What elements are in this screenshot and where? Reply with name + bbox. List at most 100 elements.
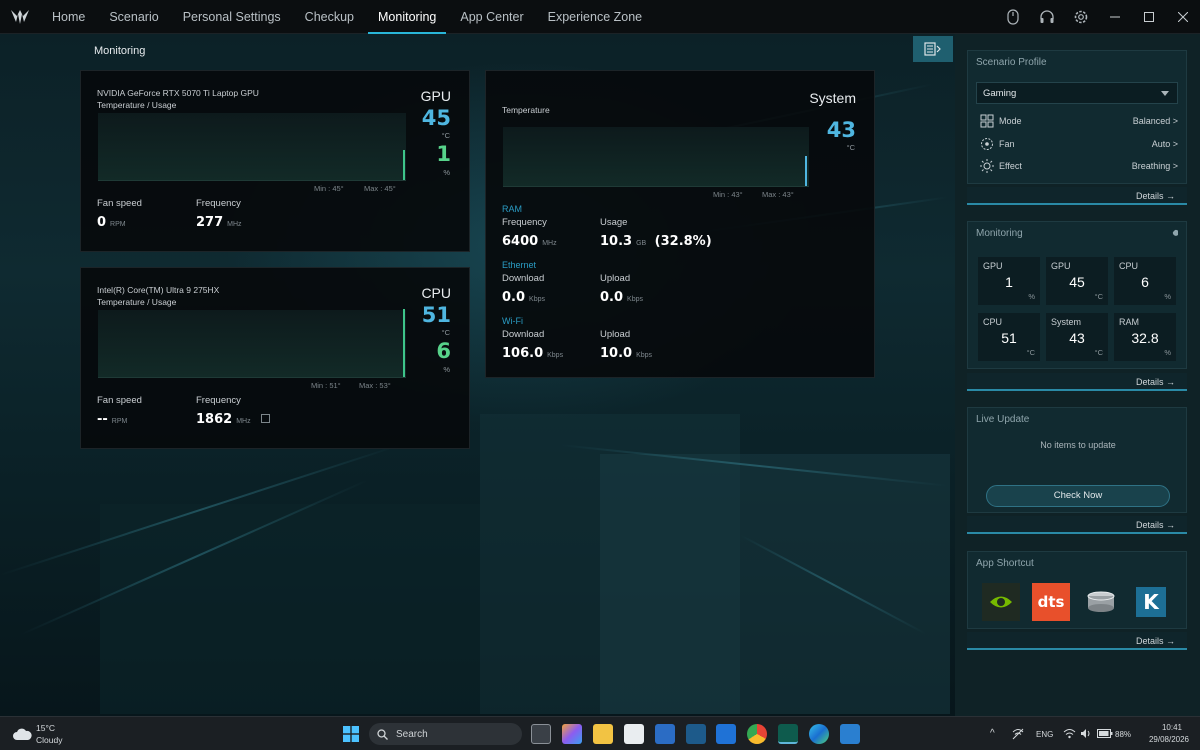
wrench-icon[interactable] [1166, 227, 1178, 239]
cpu-usage-unit: % [443, 365, 450, 374]
weather-temp: 15°C [36, 723, 55, 733]
maximize-icon[interactable] [1132, 0, 1166, 34]
mail-icon[interactable] [716, 724, 736, 744]
cpu-card: Intel(R) Core(TM) Ultra 9 275HX Temperat… [80, 267, 470, 449]
nav-personal-settings[interactable]: Personal Settings [171, 0, 293, 34]
check-now-button[interactable]: Check Now [986, 485, 1170, 507]
page-title: Monitoring [94, 45, 146, 57]
tile-system-temp: System 43 °C [1046, 313, 1108, 361]
effect-value: Breathing > [1131, 161, 1178, 171]
k-icon[interactable]: K [1132, 583, 1170, 621]
store-icon[interactable] [624, 724, 644, 744]
volume-icon[interactable] [1080, 728, 1092, 739]
wifi-download-label: Download [502, 329, 545, 340]
monitoring-mini-title: Monitoring [976, 228, 1023, 239]
clock-date[interactable]: 29/08/2026 [1141, 735, 1197, 750]
battery-percent: 88% [1115, 730, 1132, 739]
minimize-icon[interactable] [1098, 0, 1132, 34]
live-update-details-bar: Details → [967, 516, 1187, 534]
task-view-icon[interactable] [531, 724, 551, 744]
gpu-card: NVIDIA GeForce RTX 5070 Ti Laptop GPU Te… [80, 70, 470, 252]
scenario-details-bar: Details → [967, 187, 1187, 205]
tile-gpu-usage: GPU 1 % [978, 257, 1040, 305]
main-nav: Home Scenario Personal Settings Checkup … [40, 0, 654, 34]
tile-cpu-temp: CPU 51 °C [978, 313, 1040, 361]
network-off-icon[interactable] [1012, 728, 1024, 740]
live-update-message: No items to update [1040, 440, 1116, 450]
gpu-fan-label: Fan speed [97, 198, 142, 209]
ethernet-upload-unit: Kbps [627, 296, 643, 303]
tile-value: 6 [1141, 274, 1149, 290]
nav-experience-zone[interactable]: Experience Zone [536, 0, 655, 34]
tile-value: 45 [1069, 274, 1085, 290]
chrome-icon[interactable] [747, 724, 767, 744]
system-temp-spike [805, 156, 807, 186]
nav-home[interactable]: Home [40, 0, 97, 34]
profile-dropdown[interactable]: Gaming [976, 82, 1178, 104]
profile-row-effect[interactable]: Effect Breathing > [980, 159, 1178, 175]
weather-text: Cloudy [36, 735, 63, 745]
tile-unit: % [1028, 292, 1035, 301]
profile-row-fan[interactable]: Fan Auto > [980, 137, 1178, 153]
gear-icon[interactable] [1064, 0, 1098, 34]
windows-start-icon[interactable] [343, 726, 359, 742]
app-shortcut-details-link[interactable]: Details → [1136, 636, 1175, 646]
collapse-panel-icon[interactable] [913, 36, 953, 62]
dts-icon[interactable]: dts [1032, 583, 1070, 621]
tile-label: GPU [1051, 261, 1071, 271]
language-indicator[interactable]: ENG [1036, 730, 1053, 750]
gpu-max: Max : 45° [364, 184, 396, 193]
gpu-fan-unit: RPM [110, 221, 126, 228]
tile-gpu-temp: GPU 45 °C [1046, 257, 1108, 305]
battery-icon[interactable] [1097, 729, 1113, 738]
nav-checkup[interactable]: Checkup [293, 0, 366, 34]
monitoring-details-link[interactable]: Details → [1136, 377, 1175, 387]
cpu-freq-label: Frequency [196, 395, 241, 406]
ethernet-download-value: 0.0 [502, 290, 526, 305]
fan-value: Auto > [1151, 139, 1178, 149]
security-icon[interactable] [686, 724, 706, 744]
wifi-download-unit: Kbps [547, 352, 564, 359]
wifi-upload-label: Upload [600, 329, 631, 340]
info-icon[interactable] [261, 414, 271, 424]
taskbar-search[interactable]: Search [369, 723, 522, 745]
nvidia-icon[interactable] [982, 583, 1020, 621]
coin-icon[interactable] [1082, 583, 1120, 621]
photos-icon[interactable] [840, 724, 860, 744]
cpu-temp-value: 51 [421, 303, 451, 327]
ram-freq-label: Frequency [502, 217, 547, 228]
profile-row-mode[interactable]: Mode Balanced > [980, 114, 1178, 130]
file-explorer-icon[interactable] [593, 724, 613, 744]
predatorsense-icon[interactable] [778, 724, 798, 744]
check-now-label: Check Now [1053, 490, 1103, 501]
settings-app-icon[interactable] [655, 724, 675, 744]
gpu-usage-value: 1 [436, 142, 451, 166]
mouse-icon[interactable] [996, 0, 1030, 34]
nav-app-center[interactable]: App Center [448, 0, 535, 34]
cpu-usage-value: 6 [436, 339, 451, 363]
tile-value: 43 [1069, 330, 1085, 346]
cloud-icon[interactable] [12, 727, 32, 741]
copilot-icon[interactable] [562, 724, 582, 744]
sun-icon [980, 159, 994, 173]
edge-icon[interactable] [809, 724, 829, 744]
cpu-graph [98, 309, 406, 378]
chevron-down-icon [1161, 91, 1169, 96]
chevron-up-icon[interactable]: ^ [990, 728, 995, 750]
gpu-temp-value: 45 [421, 106, 451, 130]
monitoring-details-bar: Details → [967, 373, 1187, 391]
top-navigation-bar: Home Scenario Personal Settings Checkup … [0, 0, 1200, 34]
wifi-icon[interactable] [1063, 728, 1076, 739]
nav-monitoring[interactable]: Monitoring [366, 0, 448, 34]
ram-section-label: RAM [502, 204, 522, 214]
close-icon[interactable] [1166, 0, 1200, 34]
cpu-min: Min : 51° [311, 381, 341, 390]
system-card: Temperature System 43 °C Min : 43° Max :… [485, 70, 875, 378]
live-update-details-link[interactable]: Details → [1136, 520, 1175, 530]
headset-icon[interactable] [1030, 0, 1064, 34]
scenario-details-link[interactable]: Details → [1136, 191, 1175, 201]
wifi-section-label: Wi-Fi [502, 316, 523, 326]
nav-scenario[interactable]: Scenario [97, 0, 170, 34]
tile-ram-usage: RAM 32.8 % [1114, 313, 1176, 361]
system-min: Min : 43° [713, 190, 743, 199]
